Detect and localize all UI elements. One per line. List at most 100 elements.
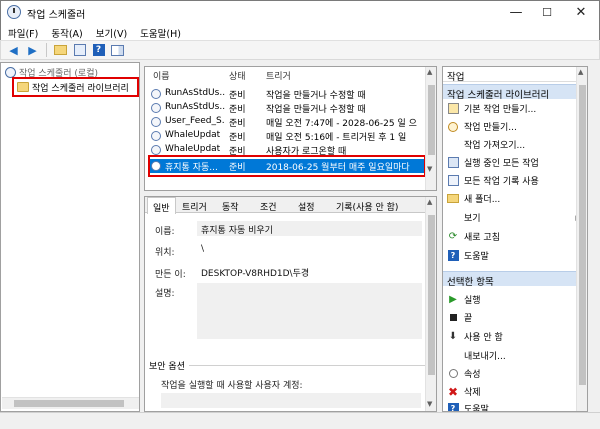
status-bar [0, 412, 600, 429]
close-button[interactable]: ✕ [566, 1, 596, 23]
details-scrollbar[interactable]: ▲ ▼ [425, 197, 436, 411]
back-arrow-icon[interactable]: ◀ [5, 43, 22, 58]
help-icon: ? [447, 403, 459, 411]
scroll-down-arrow-icon[interactable]: ▼ [427, 165, 432, 173]
wizard-icon [447, 103, 459, 115]
task-name: RunAsStdUs... [165, 102, 225, 112]
action-end[interactable]: 끝 [447, 310, 583, 325]
menu-view[interactable]: 보기(V) [89, 23, 133, 40]
create-task-icon [447, 121, 459, 133]
action-refresh[interactable]: ⟳ 새로 고침 [447, 229, 583, 244]
tab-general[interactable]: 일반 [147, 197, 176, 214]
action-create-basic-task[interactable]: 기본 작업 만들기... [447, 101, 583, 116]
task-list-scrollbar[interactable]: ▲ ▼ [425, 67, 436, 190]
folder-up-icon[interactable] [52, 43, 69, 58]
show-hide-pane-icon[interactable] [109, 43, 126, 58]
name-field[interactable]: 휴지통 자동 비우기 [197, 221, 422, 236]
action-label: 작업 가져오기... [464, 141, 526, 151]
blank-icon [447, 139, 459, 151]
minimize-button[interactable]: — [501, 1, 531, 23]
actions-group-library[interactable]: 작업 스케줄러 라이브러리 ▲ [443, 84, 587, 101]
action-properties[interactable]: 속성 [447, 366, 583, 381]
task-status: 준비 [229, 133, 246, 143]
location-value: \ [201, 244, 205, 254]
menu-help[interactable]: 도움말(H) [133, 23, 187, 40]
scroll-up-arrow-icon[interactable]: ▲ [427, 68, 432, 76]
action-delete[interactable]: ✖ 삭제 [447, 384, 583, 399]
actions-scrollbar[interactable]: ▲ [576, 67, 587, 411]
actions-group-selected[interactable]: 선택한 항목 ▲ [443, 271, 587, 288]
task-trigger: 매일 오전 5:16에 - 트리거된 후 1 일 [266, 133, 407, 143]
title-bar: 작업 스케줄러 — ☐ ✕ [0, 0, 600, 23]
action-label: 실행 [464, 296, 481, 306]
task-name: WhaleUpdat [165, 130, 221, 140]
action-import-task[interactable]: 작업 가져오기... [447, 137, 583, 152]
task-list: 이름 상태 트리거 RunAsStdUs... 준비 작업을 만들거나 수정할 … [144, 66, 437, 191]
scrollbar-thumb[interactable] [14, 400, 124, 407]
menu-file[interactable]: 파일(F) [1, 23, 44, 40]
action-disable[interactable]: ⬇ 사용 안 함 [447, 329, 583, 344]
scroll-down-arrow-icon[interactable]: ▼ [427, 400, 432, 408]
description-label: 설명: [155, 289, 175, 299]
clock-icon [5, 66, 16, 78]
help-icon[interactable]: ? [90, 43, 107, 58]
action-help[interactable]: ? 도움말 [447, 248, 583, 263]
actions-group-selected-label: 선택한 항목 [447, 277, 494, 288]
tab-history[interactable]: 기록(사용 안 함) [331, 199, 403, 213]
scrollbar-thumb[interactable] [428, 215, 435, 375]
refresh-icon: ⟳ [448, 231, 458, 242]
name-label: 이름: [155, 227, 175, 237]
column-header-name[interactable]: 이름 [153, 69, 170, 83]
action-label: 모든 작업 기록 사용 [464, 177, 539, 187]
task-icon [151, 131, 161, 141]
properties-icon [447, 368, 459, 380]
task-row[interactable]: WhaleUpdat 준비 매일 오전 5:16에 - 트리거된 후 1 일 [149, 129, 426, 143]
forward-arrow-icon[interactable]: ▶ [24, 43, 41, 58]
task-scheduler-app-icon [7, 5, 21, 19]
actions-group-library-label: 작업 스케줄러 라이브러리 [447, 90, 550, 101]
action-label: 실행 중인 모든 작업 [464, 159, 539, 169]
action-running-tasks[interactable]: 실행 중인 모든 작업 [447, 155, 583, 170]
action-new-folder[interactable]: 새 폴더... [447, 191, 583, 206]
action-label: 삭제 [464, 388, 481, 398]
action-export[interactable]: 내보내기... [447, 348, 583, 363]
scrollbar-thumb[interactable] [579, 85, 586, 385]
task-row[interactable]: RunAsStdUs... 준비 작업을 만들거나 수정할 때 [149, 101, 426, 115]
action-enable-history[interactable]: 모든 작업 기록 사용 [447, 173, 583, 188]
column-header-status[interactable]: 상태 [229, 69, 246, 83]
task-icon [151, 103, 161, 113]
action-label: 도움말 [464, 252, 489, 262]
action-label: 사용 안 함 [464, 333, 503, 343]
account-field [161, 393, 421, 408]
task-row[interactable]: User_Feed_S... 준비 매일 오전 7:47에 - 2028-06-… [149, 115, 426, 129]
scroll-up-arrow-icon[interactable]: ▲ [427, 198, 432, 206]
action-label: 새 폴더... [464, 195, 501, 205]
menu-action[interactable]: 동작(A) [44, 23, 88, 40]
tree-horizontal-scrollbar[interactable] [2, 397, 139, 409]
action-run[interactable]: ▶ 실행 [447, 292, 583, 307]
tab-triggers[interactable]: 트리거 [177, 199, 212, 213]
tab-conditions[interactable]: 조건 [255, 199, 282, 213]
action-label: 보기 [464, 214, 481, 224]
toolbar: ◀ ▶ ? [0, 40, 600, 60]
action-label: 도움말 [464, 405, 489, 412]
task-details-pane: 일반 트리거 동작 조건 설정 기록(사용 안 함) 이름: 휴지통 자동 비우… [144, 196, 437, 412]
action-help-selected[interactable]: ? 도움말 [447, 401, 583, 412]
column-header-trigger[interactable]: 트리거 [266, 69, 291, 83]
scrollbar-thumb[interactable] [428, 85, 435, 155]
tab-settings[interactable]: 설정 [293, 199, 320, 213]
task-trigger: 작업을 만들거나 수정할 때 [266, 105, 366, 115]
task-name: User_Feed_S... [165, 116, 225, 126]
task-row[interactable]: RunAsStdUs... 준비 작업을 만들거나 수정할 때 [149, 87, 426, 101]
action-create-task[interactable]: 작업 만들기... [447, 119, 583, 134]
scroll-up-arrow-icon[interactable]: ▲ [578, 68, 583, 76]
maximize-button[interactable]: ☐ [532, 1, 562, 23]
highlight-box-selected-task [148, 155, 426, 177]
action-label: 속성 [464, 370, 481, 380]
window-title: 작업 스케줄러 [27, 10, 86, 21]
properties-icon[interactable] [71, 43, 88, 58]
action-view[interactable]: 보기 ▶ [447, 210, 583, 225]
tab-actions[interactable]: 동작 [217, 199, 244, 213]
history-icon [447, 175, 459, 187]
description-field[interactable] [197, 283, 422, 339]
